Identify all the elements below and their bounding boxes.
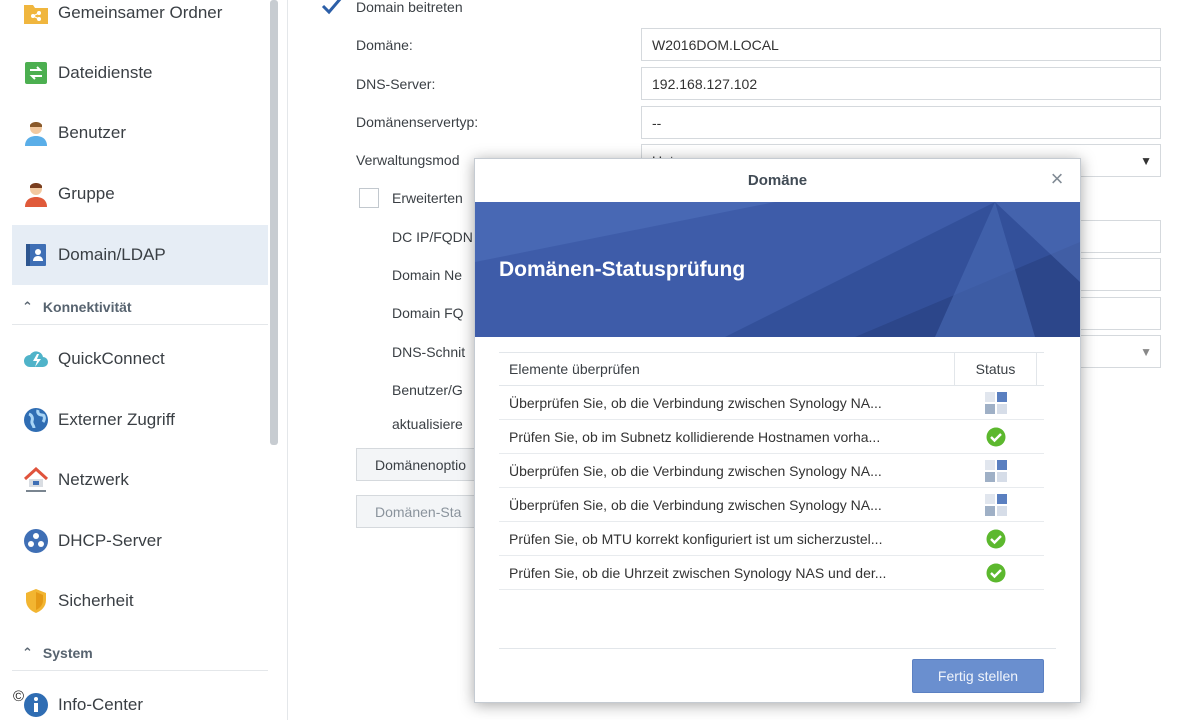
check-item-text: Prüfen Sie, ob MTU korrekt konfiguriert … — [509, 531, 883, 547]
check-item-text: Überprüfen Sie, ob die Verbindung zwisch… — [509, 497, 882, 513]
domain-fqdn-label: Domain FQ — [392, 305, 464, 321]
section-label: System — [42, 644, 93, 661]
sidebar-item-network[interactable]: Netzwerk — [12, 450, 268, 510]
domain-netbios-label: Domain Ne — [392, 267, 463, 283]
domain-ldap-icon — [22, 241, 50, 269]
shared-folder-icon — [22, 0, 50, 27]
server-type-label: Domänenservertyp: — [356, 114, 479, 130]
sidebar-item-label: Info-Center — [58, 695, 144, 714]
join-domain-checkbox[interactable] — [321, 0, 343, 16]
update-label: aktualisiere — [392, 416, 463, 432]
copyright-mark: © — [13, 688, 25, 705]
sidebar-item-user[interactable]: Benutzer — [12, 103, 268, 163]
domain-fqdn-field[interactable] — [1069, 297, 1161, 330]
globe-icon — [22, 406, 50, 434]
sidebar-item-file-services[interactable]: Dateidienste — [12, 43, 268, 103]
sidebar-item-dhcp-server[interactable]: DHCP-Server — [12, 511, 268, 571]
dialog-banner-title: Domänen-Statusprüfung — [499, 258, 746, 281]
sidebar-item-external-access[interactable]: Externer Zugriff — [12, 390, 268, 450]
table-row[interactable]: Überprüfen Sie, ob die Verbindung zwisch… — [499, 488, 1044, 522]
section-header-connectivity[interactable]: ⌃ Konnektivität — [12, 289, 268, 325]
table-row[interactable]: Prüfen Sie, ob im Subnetz kollidierende … — [499, 420, 1044, 454]
sidebar-item-quickconnect[interactable]: QuickConnect — [12, 329, 268, 389]
table-row[interactable]: Prüfen Sie, ob MTU korrekt konfiguriert … — [499, 522, 1044, 556]
quickconnect-icon — [22, 345, 50, 373]
section-header-system[interactable]: ⌃ System — [12, 635, 268, 671]
join-domain-label: Domain beitreten — [356, 0, 463, 15]
status-pending-icon — [955, 454, 1037, 487]
advanced-label: Erweiterten — [392, 190, 463, 206]
sidebar-item-label: Domain/LDAP — [58, 245, 166, 264]
close-icon[interactable]: × — [1046, 168, 1068, 191]
sidebar-scrollbar[interactable] — [270, 0, 278, 445]
column-header-status[interactable]: Status — [955, 353, 1037, 385]
dialog-banner: Domänen-Statusprüfung — [475, 202, 1080, 337]
status-ok-icon — [955, 522, 1037, 555]
section-label: Konnektivität — [42, 298, 132, 315]
dns-server-field[interactable]: 192.168.127.102 — [641, 67, 1161, 100]
table-row[interactable]: Überprüfen Sie, ob die Verbindung zwisch… — [499, 454, 1044, 488]
network-house-icon — [22, 466, 50, 494]
users-groups-label: Benutzer/G — [392, 382, 463, 398]
sidebar-item-label: Externer Zugriff — [58, 410, 175, 429]
dc-ip-field[interactable] — [1069, 220, 1161, 253]
dns-server-label: DNS-Server: — [356, 76, 436, 92]
check-item-text: Überprüfen Sie, ob die Verbindung zwisch… — [509, 395, 882, 411]
status-ok-icon — [955, 420, 1037, 453]
table-row[interactable]: Prüfen Sie, ob die Uhrzeit zwischen Syno… — [499, 556, 1044, 590]
dialog-title: Domäne — [747, 172, 808, 189]
group-icon — [22, 180, 50, 208]
column-header-items[interactable]: Elemente überprüfen — [499, 353, 955, 385]
sidebar-item-group[interactable]: Gruppe — [12, 164, 268, 224]
sidebar-item-label: Gemeinsamer Ordner — [58, 3, 223, 22]
domain-netbios-field[interactable] — [1069, 258, 1161, 291]
domain-label: Domäne: — [356, 37, 413, 53]
check-item-text: Überprüfen Sie, ob die Verbindung zwisch… — [509, 463, 882, 479]
table-header: Elemente überprüfen Status — [499, 352, 1044, 386]
sidebar-item-label: DHCP-Server — [58, 531, 162, 550]
file-services-icon — [22, 59, 50, 87]
user-icon — [22, 119, 50, 147]
sidebar-item-label: Netzwerk — [58, 470, 129, 489]
check-item-text: Prüfen Sie, ob die Uhrzeit zwischen Syno… — [509, 565, 887, 581]
sidebar-item-label: Gruppe — [58, 184, 115, 203]
table-row[interactable]: Überprüfen Sie, ob die Verbindung zwisch… — [499, 386, 1044, 420]
chevron-up-icon: ⌃ — [22, 644, 33, 660]
sidebar-item-label: Dateidienste — [58, 63, 153, 82]
checkmark-icon — [321, 0, 342, 15]
sidebar-item-shared-folder[interactable]: Gemeinsamer Ordner — [12, 0, 268, 43]
status-pending-icon — [955, 386, 1037, 419]
status-table: Elemente überprüfen Status Überprüfen Si… — [499, 352, 1044, 590]
sidebar-item-label: QuickConnect — [58, 349, 165, 368]
dropdown-arrow-icon: ▼ — [1140, 154, 1152, 168]
dhcp-icon — [22, 527, 50, 555]
sidebar: Gemeinsamer Ordner Dateidienste Benutzer… — [0, 0, 288, 720]
domain-field[interactable]: W2016DOM.LOCAL — [641, 28, 1161, 61]
dns-interface-select[interactable]: ▼ — [1069, 335, 1161, 368]
management-mode-label: Verwaltungsmod — [356, 152, 460, 168]
info-icon — [22, 691, 50, 719]
dns-interface-label: DNS-Schnit — [392, 344, 466, 360]
server-type-field: -- — [641, 106, 1161, 139]
footer-divider — [499, 648, 1056, 649]
sidebar-item-domain-ldap[interactable]: Domain/LDAP — [12, 225, 268, 285]
check-item-text: Prüfen Sie, ob im Subnetz kollidierende … — [509, 429, 881, 445]
sidebar-item-label: Benutzer — [58, 123, 127, 142]
sidebar-item-security[interactable]: Sicherheit — [12, 571, 268, 631]
status-pending-icon — [955, 488, 1037, 521]
finish-button[interactable]: Fertig stellen — [912, 659, 1044, 693]
dropdown-arrow-icon: ▼ — [1140, 345, 1152, 359]
dc-ip-label: DC IP/FQDN — [392, 229, 473, 245]
advanced-checkbox[interactable] — [359, 188, 379, 208]
shield-icon — [22, 587, 50, 615]
sidebar-item-info-center[interactable]: Info-Center — [12, 675, 268, 720]
sidebar-item-label: Sicherheit — [58, 591, 134, 610]
chevron-up-icon: ⌃ — [22, 298, 33, 314]
status-ok-icon — [955, 556, 1037, 589]
domain-status-dialog: Domäne × Domänen-Statusprüfung Elemente … — [474, 158, 1081, 703]
